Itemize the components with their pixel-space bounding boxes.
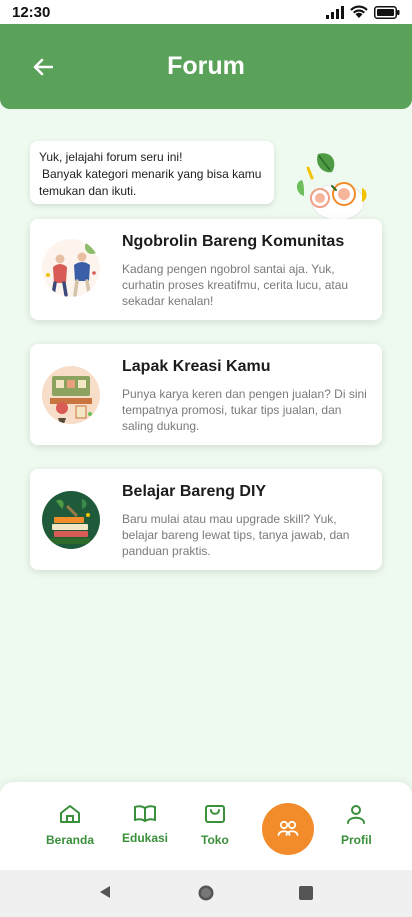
card-title: Belajar Bareng DIY bbox=[122, 483, 267, 500]
nav-item-beranda[interactable]: Beranda bbox=[46, 804, 94, 847]
forum-people-icon bbox=[277, 820, 299, 836]
page-title: Forum bbox=[167, 52, 245, 80]
battery-icon bbox=[374, 5, 400, 19]
forum-category-card[interactable]: Ngobrolin Bareng Komunitas Kadang pengen… bbox=[30, 219, 382, 320]
community-chat-illustration bbox=[42, 239, 100, 297]
diy-books-illustration bbox=[42, 491, 100, 549]
intro-bubble: Yuk, jelajahi forum seru ini! Banyak kat… bbox=[30, 141, 274, 204]
card-description: Baru mulai atau mau upgrade skill? Yuk, … bbox=[122, 512, 350, 558]
nav-label: Profil bbox=[341, 833, 372, 847]
forum-category-card[interactable]: Belajar Bareng DIY Baru mulai atau mau u… bbox=[30, 469, 382, 570]
forum-category-card[interactable]: Lapak Kreasi Kamu Punya karya keren dan … bbox=[30, 344, 382, 445]
system-back-icon[interactable] bbox=[99, 885, 111, 899]
nav-label: Toko bbox=[201, 833, 229, 847]
card-title: Ngobrolin Bareng Komunitas bbox=[122, 233, 345, 250]
card-description: Kadang pengen ngobrol santai aja. Yuk, c… bbox=[122, 262, 349, 308]
book-icon bbox=[134, 805, 157, 822]
card-description: Punya karya keren dan pengen jualan? Di … bbox=[122, 387, 367, 433]
signal-icon bbox=[326, 5, 344, 19]
intro-line: temukan dan ikuti. bbox=[39, 184, 137, 198]
nav-item-edukasi[interactable]: Edukasi bbox=[122, 804, 168, 845]
shopping-bag-icon bbox=[204, 805, 225, 823]
nav-item-profil[interactable]: Profil bbox=[341, 804, 372, 847]
system-home-icon[interactable] bbox=[197, 884, 215, 902]
mascot-illustration bbox=[296, 153, 367, 221]
system-navigation-bar bbox=[0, 870, 412, 917]
intro-line: Banyak kategori menarik yang bisa kamu bbox=[42, 167, 262, 181]
intro-line: Yuk, jelajahi forum seru ini! bbox=[39, 150, 183, 164]
wifi-icon bbox=[350, 5, 368, 18]
app-header: Forum bbox=[0, 24, 412, 109]
card-title: Lapak Kreasi Kamu bbox=[122, 358, 271, 375]
user-icon bbox=[347, 805, 366, 824]
bottom-navigation: Beranda Edukasi Toko Profil bbox=[0, 782, 412, 870]
home-icon bbox=[60, 805, 81, 823]
nav-item-toko[interactable]: Toko bbox=[201, 804, 229, 847]
nav-label: Beranda bbox=[46, 833, 95, 847]
craft-market-illustration bbox=[42, 366, 100, 424]
system-recents-icon[interactable] bbox=[299, 886, 313, 900]
status-bar: 12:30 bbox=[0, 0, 412, 24]
status-time: 12:30 bbox=[12, 3, 51, 21]
nav-item-forum[interactable] bbox=[262, 803, 314, 855]
status-icons bbox=[326, 5, 400, 19]
nav-label: Edukasi bbox=[122, 831, 169, 845]
